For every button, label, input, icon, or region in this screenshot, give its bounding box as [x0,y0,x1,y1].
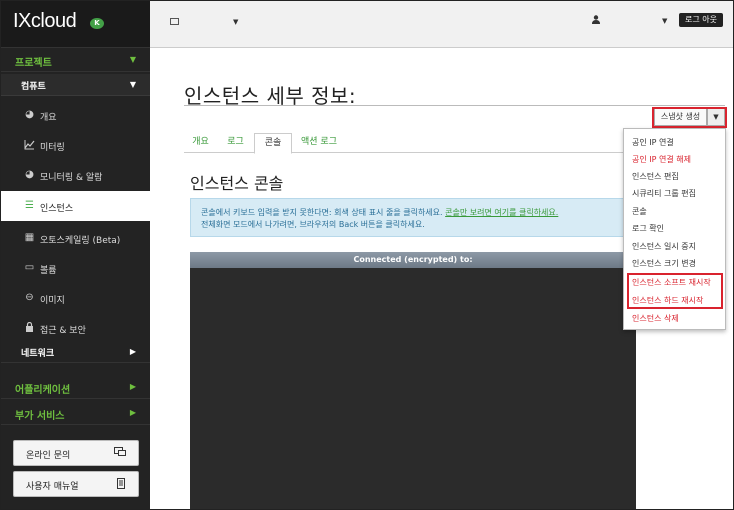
sidebar: IXcloud K 프로젝트 ▼ 컴퓨트 ▼ ◕ 개요 미터링 ◕ 모니터링 &… [1,1,150,509]
menu-item-disassociate-ip[interactable]: 공인 IP 연결 해제 [632,154,691,165]
reboot-highlight-box [627,273,723,309]
drive-icon: ▭ [24,262,35,273]
menu-item-resize-instance[interactable]: 인스턴스 크기 변경 [632,258,696,269]
chevron-right-icon: ▶ [129,382,136,391]
info-text: 콘솔에서 키보드 입력을 받지 못한다면: 회색 상태 표시 줄을 클릭하세요. [201,208,443,217]
app-window: IXcloud K 프로젝트 ▼ 컴퓨트 ▼ ◕ 개요 미터링 ◕ 모니터링 &… [0,0,734,510]
project-selector-icon[interactable] [170,18,179,25]
sidebar-item-label: 인스턴스 [40,204,74,214]
info-line: 콘솔에서 키보드 입력을 받지 못한다면: 회색 상태 표시 줄을 클릭하세요.… [201,207,558,218]
online-inquiry-button[interactable]: 온라인 문의 [13,440,139,466]
sidebar-section-extra-services[interactable]: 부가 서비스 ▶ [1,401,150,425]
logo-badge-icon: K [90,18,104,29]
disc-icon: ⊖ [25,292,34,303]
console-title: 인스턴스 콘솔 [190,174,284,193]
chevron-down-icon: ▼ [129,55,136,64]
title-divider [184,105,725,106]
pie-chart-icon: ◕ [25,169,34,180]
menu-item-console[interactable]: 콘솔 [632,206,647,217]
menu-item-edit-instance[interactable]: 인스턴스 편집 [632,171,679,182]
sidebar-item-label: 개요 [40,113,57,123]
actions-dropdown-menu: 공인 IP 연결 공인 IP 연결 해제 인스턴스 편집 시큐리티 그룹 편집 … [623,128,726,330]
console-screen[interactable]: Connected (encrypted) to: [190,252,636,509]
sidebar-item-autoscaling[interactable]: ▦ 오토스케일링 (Beta) [1,223,150,253]
sidebar-item-label: 오토스케일링 (Beta) [40,236,121,246]
user-manual-button[interactable]: 사용자 매뉴얼 [13,471,139,497]
info-line: 전체화면 모드에서 나가려면, 브라우저의 Back 버튼을 클릭하세요. [201,220,425,229]
sidebar-item-label: 미터링 [40,143,65,153]
menu-item-terminate-instance[interactable]: 인스턴스 삭제 [632,313,679,324]
sidebar-item-images[interactable]: ⊖ 이미지 [1,283,150,313]
sidebar-item-label: 접근 & 보안 [40,326,86,336]
snapshot-highlight-box [652,107,727,128]
user-manual-label: 사용자 매뉴얼 [26,482,79,492]
sidebar-subsection-label: 네트워크 [21,349,55,359]
list-icon: ☰ [25,200,34,211]
pie-chart-icon: ◕ [25,109,34,120]
lock-icon [24,321,35,333]
sidebar-section-label: 프로젝트 [15,58,52,69]
tab-overview[interactable]: 개요 [184,133,217,153]
sidebar-subsection-compute[interactable]: 컴퓨트 ▼ [1,74,150,96]
sidebar-section-label: 부가 서비스 [15,411,65,422]
sidebar-item-label: 이미지 [40,296,65,306]
sidebar-item-monitoring[interactable]: ◕ 모니터링 & 알람 [1,160,150,190]
sidebar-subsection-network[interactable]: 네트워크 ▶ [1,341,150,363]
tab-log[interactable]: 로그 [219,133,252,153]
tab-action-log[interactable]: 액션 로그 [294,133,344,153]
sidebar-item-volumes[interactable]: ▭ 볼륨 [1,253,150,283]
menu-item-pause-instance[interactable]: 인스턴스 일시 중지 [632,241,696,252]
chat-icon [114,447,126,460]
logout-button[interactable]: 로그 아웃 [679,13,723,27]
book-icon [116,478,126,492]
top-bar: ▼ ▼ 로그 아웃 [150,1,733,48]
menu-item-associate-ip[interactable]: 공인 IP 연결 [632,137,674,148]
sidebar-section-label: 어플리케이션 [15,385,71,396]
caret-down-icon[interactable]: ▼ [662,17,667,25]
sidebar-section-applications[interactable]: 어플리케이션 ▶ [1,375,150,399]
sidebar-section-project[interactable]: 프로젝트 ▼ [1,48,150,72]
caret-down-icon[interactable]: ▼ [233,18,238,26]
console-status-bar[interactable]: Connected (encrypted) to: [190,252,636,268]
logo-text: IXcloud [13,10,77,32]
online-inquiry-label: 온라인 문의 [26,451,71,461]
chevron-down-icon: ▼ [129,80,136,89]
logo-area[interactable]: IXcloud K [1,1,150,48]
sidebar-subsection-label: 컴퓨트 [21,82,46,92]
sidebar-item-access-security[interactable]: 접근 & 보안 [1,313,150,343]
user-icon[interactable] [592,15,600,27]
chevron-right-icon: ▶ [129,408,136,417]
sidebar-item-instances[interactable]: ☰ 인스턴스 [1,191,150,221]
menu-item-edit-security-groups[interactable]: 시큐리티 그룹 편집 [632,188,696,199]
console-only-link[interactable]: 콘솔만 보려면 여기를 클릭하세요. [445,208,558,217]
sidebar-item-overview[interactable]: ◕ 개요 [1,100,150,130]
line-chart-icon [24,139,35,150]
console-info-alert: 콘솔에서 키보드 입력을 받지 못한다면: 회색 상태 표시 줄을 클릭하세요.… [190,198,636,237]
sidebar-item-label: 모니터링 & 알람 [40,173,103,183]
chevron-right-icon: ▶ [129,347,136,356]
sidebar-item-label: 볼륨 [40,266,57,276]
tab-console[interactable]: 콘솔 [254,133,292,154]
sidebar-item-metering[interactable]: 미터링 [1,130,150,160]
grid-icon: ▦ [24,232,35,243]
menu-item-view-log[interactable]: 로그 확인 [632,223,664,234]
